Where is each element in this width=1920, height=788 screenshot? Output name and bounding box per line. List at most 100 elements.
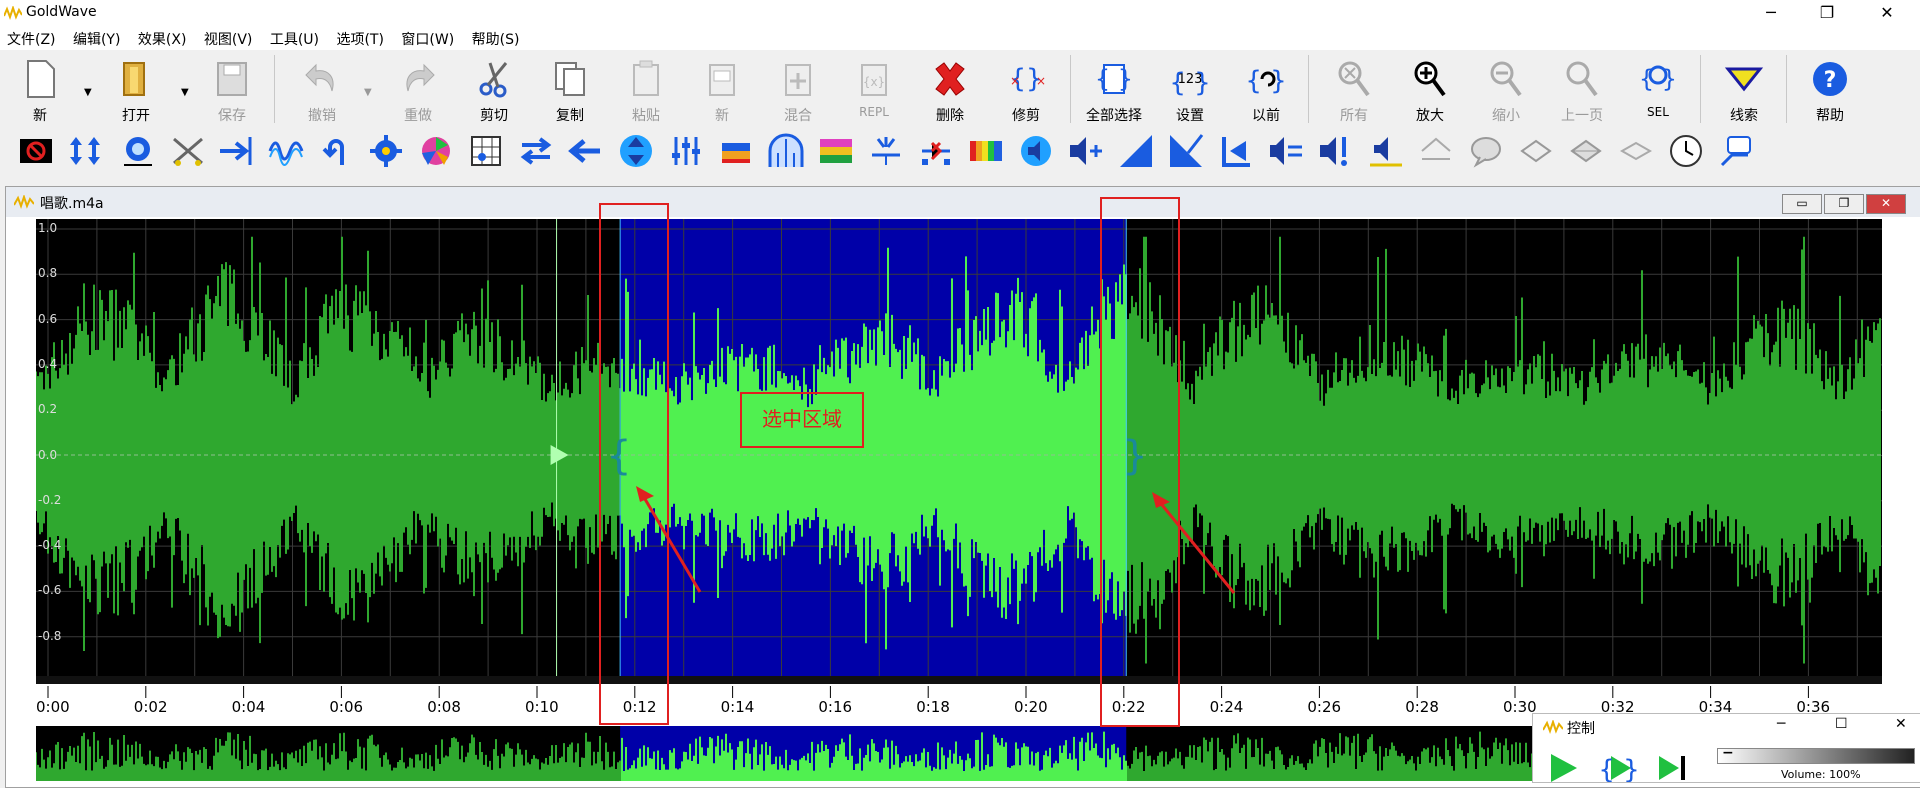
copy-button[interactable]: 复制	[534, 57, 606, 124]
clock-icon[interactable]	[1668, 133, 1704, 169]
doc-restore-button[interactable]: ❐	[1824, 194, 1864, 214]
cue-marker-icon[interactable]	[1418, 133, 1454, 169]
zoom-all-button[interactable]: 所有	[1318, 57, 1390, 124]
spectrum-bar-icon[interactable]	[718, 133, 754, 169]
doc-minimize-button[interactable]: ▭	[1782, 194, 1822, 214]
prev-page-button[interactable]: 上一页	[1546, 57, 1618, 124]
left-arrow-icon[interactable]	[568, 133, 604, 169]
waveform-display[interactable]: {} 1.0 0.8 0.6 0.4 0.2 0.0 -0.2 -0.4 -0.6 -0.8	[36, 219, 1882, 676]
cut-button[interactable]: 剪切	[458, 57, 530, 124]
menu-file[interactable]: 文件(Z)	[0, 26, 62, 49]
zoom-in-button[interactable]: 放大	[1394, 57, 1466, 124]
gear-effect-icon[interactable]	[368, 133, 404, 169]
speaker-plus-icon[interactable]	[1068, 133, 1104, 169]
menu-effect[interactable]: 效果(X)	[131, 26, 193, 49]
undo-dropdown-icon[interactable]: ▼	[364, 87, 372, 98]
trim-button[interactable]: {} × × 修剪	[990, 57, 1062, 124]
svg-text:?: ?	[1824, 68, 1837, 93]
fade-out-icon[interactable]	[1168, 133, 1204, 169]
paste-button[interactable]: 粘贴	[610, 57, 682, 124]
tunnel-icon[interactable]	[768, 133, 804, 169]
comment-icon[interactable]	[1468, 133, 1504, 169]
time-tick-label: 0:20	[1014, 698, 1048, 716]
menu-bar: 文件(Z) 编辑(Y) 效果(X) 视图(V) 工具(U) 选项(T) 窗口(W…	[0, 26, 1920, 50]
save-button[interactable]: 保存	[196, 57, 268, 124]
doppler-icon[interactable]	[418, 133, 454, 169]
goldwave-logo-icon	[4, 6, 22, 20]
color-spectrum-icon[interactable]	[968, 133, 1004, 169]
doc-close-button[interactable]: ✕	[1866, 194, 1906, 214]
sliders-icon[interactable]	[668, 133, 704, 169]
control-minimize-button[interactable]: ─	[1777, 716, 1785, 732]
maximize-volume-icon[interactable]	[68, 133, 104, 169]
separator	[1786, 55, 1787, 123]
zoom-selection-button[interactable]: { } SEL	[1622, 57, 1694, 123]
volume-minus-icon: −	[1722, 745, 1734, 761]
balance-icon[interactable]	[618, 133, 654, 169]
spectrum-filter-icon[interactable]	[818, 133, 854, 169]
mix-icon	[785, 64, 811, 96]
waveform-canvas[interactable]: {}	[36, 219, 1882, 676]
minimize-button[interactable]: ─	[1748, 0, 1794, 26]
help-button[interactable]: ? 帮助	[1794, 57, 1866, 124]
set-button[interactable]: 123{ } 设置	[1154, 57, 1226, 124]
menu-edit[interactable]: 编辑(Y)	[66, 26, 126, 49]
auto-gain-icon[interactable]	[120, 133, 156, 169]
fade-in-icon[interactable]	[1118, 133, 1154, 169]
play-icon[interactable]	[1545, 752, 1581, 782]
chat-export-icon[interactable]	[1718, 133, 1754, 169]
play-selection-icon[interactable]: { }	[1599, 752, 1639, 782]
control-close-button[interactable]: ✕	[1895, 716, 1907, 732]
wave-effect-icon[interactable]	[268, 133, 304, 169]
previous-button[interactable]: { } 以前	[1230, 57, 1302, 124]
speaker-alert-icon[interactable]	[1318, 133, 1354, 169]
menu-view[interactable]: 视图(V)	[197, 26, 259, 49]
speaker-equals-icon[interactable]	[1268, 133, 1304, 169]
diamond-left-icon[interactable]	[1518, 133, 1554, 169]
menu-help[interactable]: 帮助(S)	[465, 26, 526, 49]
noise-reduction-icon[interactable]	[868, 133, 904, 169]
equalizer-grid-icon[interactable]	[468, 133, 504, 169]
mix-arrow-icon[interactable]	[218, 133, 254, 169]
repl-label: REPL	[859, 105, 889, 119]
control-maximize-button[interactable]: ☐	[1835, 716, 1848, 732]
selected-region-label: 选中区域	[740, 392, 864, 448]
crossfade-icon[interactable]	[170, 133, 206, 169]
open-button[interactable]: 打开	[100, 57, 172, 124]
repl-button[interactable]: {x} REPL	[838, 57, 910, 123]
diamond-right-icon[interactable]	[1568, 133, 1604, 169]
volume-slider[interactable]: −	[1717, 745, 1915, 764]
speaker-mute-icon[interactable]	[1368, 133, 1404, 169]
goldwave-control-icon	[1543, 720, 1563, 734]
reverse-icon[interactable]	[318, 133, 354, 169]
volume-circle-icon[interactable]	[1018, 133, 1054, 169]
swap-channels-icon[interactable]	[518, 133, 554, 169]
cue-button[interactable]: 线索	[1708, 57, 1780, 124]
mix-label: 混合	[784, 108, 812, 124]
stop-effect-icon[interactable]	[18, 133, 54, 169]
close-button[interactable]: ✕	[1864, 0, 1910, 26]
paste-new-button[interactable]: 新	[686, 57, 758, 124]
delete-button[interactable]: 删除	[914, 57, 986, 124]
time-tick-label: 0:04	[231, 698, 266, 716]
diamond-flat-icon[interactable]	[1618, 133, 1654, 169]
goldwave-doc-icon	[14, 195, 34, 209]
time-ruler[interactable]: 0:00 0:02 0:04 0:06 0:08 0:10 0:12 0:14 0:16 0:18…	[36, 676, 1882, 716]
new-dropdown-icon[interactable]: ▼	[84, 87, 92, 98]
open-dropdown-icon[interactable]: ▼	[181, 87, 189, 98]
undo-button[interactable]: 撤销	[286, 57, 358, 124]
time-tick-label: 0:02	[133, 698, 168, 716]
select-all-icon: { }	[1095, 64, 1133, 94]
redo-button[interactable]: 重做	[382, 57, 454, 124]
select-all-button[interactable]: { } 全部选择	[1078, 57, 1150, 124]
new-button[interactable]: 新	[4, 57, 76, 124]
clip-icon[interactable]	[918, 133, 954, 169]
menu-window[interactable]: 窗口(W)	[394, 26, 460, 49]
menu-options[interactable]: 选项(T)	[329, 26, 389, 49]
play-to-end-icon[interactable]	[1655, 752, 1691, 782]
menu-tools[interactable]: 工具(U)	[263, 26, 325, 49]
maximize-button[interactable]: ❐	[1804, 0, 1850, 26]
mix-button[interactable]: 混合	[762, 57, 834, 124]
mark-start-icon[interactable]	[1218, 133, 1254, 169]
zoom-out-button[interactable]: 缩小	[1470, 57, 1542, 124]
